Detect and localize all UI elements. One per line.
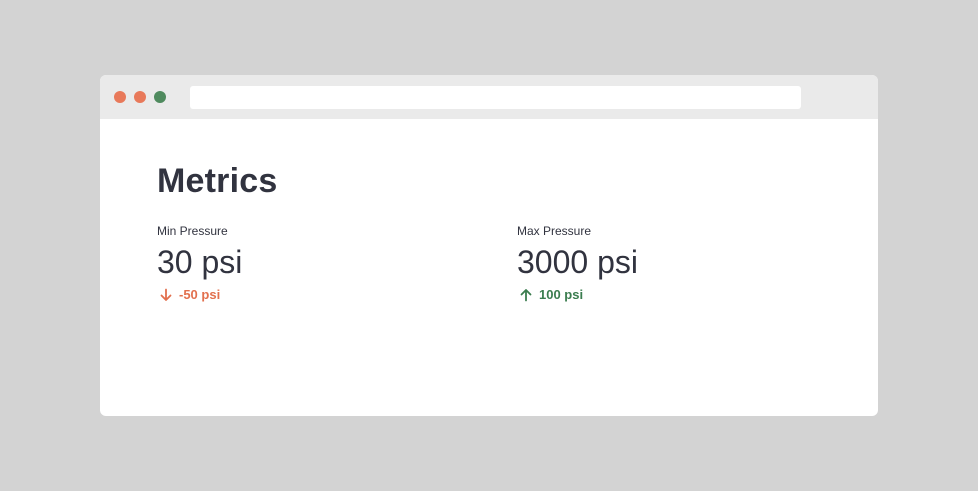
arrow-up-icon [519,288,533,302]
address-bar[interactable] [190,86,801,109]
metric-delta: -50 psi [157,286,457,304]
metric-label: Max Pressure [517,224,592,238]
page-content: Metrics Min Pressure 30 psi -50 psi Max … [100,119,878,416]
metric-value: 3000 psi [517,244,638,280]
metric-value: 30 psi [157,244,243,280]
browser-window: Metrics Min Pressure 30 psi -50 psi Max … [100,75,878,416]
close-window-dot[interactable] [114,91,126,103]
maximize-window-dot[interactable] [154,91,166,103]
minimize-window-dot[interactable] [134,91,146,103]
arrow-down-icon [159,288,173,302]
metric-delta-text: 100 psi [539,287,584,302]
metric-delta: 100 psi [517,286,817,304]
metric-max-pressure: Max Pressure 3000 psi 100 psi [517,223,817,304]
browser-title-bar [100,75,878,119]
metric-delta-text: -50 psi [179,287,221,302]
metric-min-pressure: Min Pressure 30 psi -50 psi [157,223,457,304]
page-title: Metrics [157,162,278,200]
metric-label: Min Pressure [157,224,228,238]
